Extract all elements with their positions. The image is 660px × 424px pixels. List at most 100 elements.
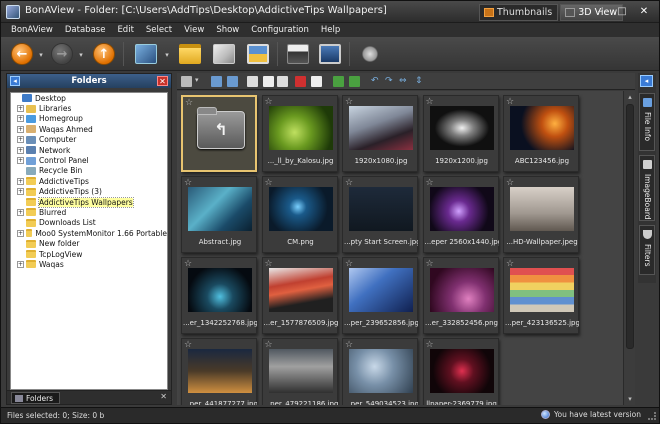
tree-item[interactable]: + AddictiveTips (3) <box>11 187 167 197</box>
tree-item[interactable]: + Waqas Ahmed <box>11 124 167 134</box>
thumbnail-item[interactable]: ☆ ...per_549034523.jpg <box>342 338 418 405</box>
view-options-dropdown-icon[interactable]: ▾ <box>195 76 206 87</box>
folders-footer-tab[interactable]: Folders <box>11 392 61 404</box>
expand-toggle-icon[interactable]: + <box>17 146 24 154</box>
minimize-button[interactable]: – <box>591 4 609 18</box>
tree-item[interactable]: + Computer <box>11 135 167 145</box>
thumbnail-item[interactable]: ☆ ...per_423136525.jpg <box>503 257 579 334</box>
print-button[interactable] <box>285 41 311 67</box>
menu-show[interactable]: Show <box>210 25 245 35</box>
rotate-right-icon[interactable]: ↷ <box>385 76 396 87</box>
title-bar[interactable]: BonAView - Folder: [C:\Users\AddTips\Des… <box>1 1 659 23</box>
delete-icon[interactable] <box>295 76 306 87</box>
up-folder-button[interactable]: ↑ <box>91 41 117 67</box>
tree-item[interactable]: + Blurred <box>11 207 167 217</box>
rename-icon[interactable] <box>311 76 322 87</box>
copy-icon[interactable] <box>263 76 274 87</box>
expand-toggle-icon[interactable]: + <box>17 136 24 144</box>
tab-thumbnails[interactable]: Thumbnails <box>479 4 559 21</box>
tree-item[interactable]: + Moo0 SystemMonitor 1.66 Portable <box>11 228 167 238</box>
scroll-down-arrow[interactable]: ▾ <box>625 394 635 404</box>
folder-tree[interactable]: Desktop + Libraries + Homegroup + Waqas Ahmed +… <box>10 92 168 390</box>
thumbnail-item[interactable]: ☆ ...er_332852456.png <box>422 257 499 334</box>
cut-icon[interactable] <box>247 76 258 87</box>
rotate-left-icon[interactable]: ↶ <box>371 76 382 87</box>
view-options-icon[interactable] <box>181 76 192 87</box>
back-dropdown-arrow[interactable]: ▾ <box>37 51 45 59</box>
tree-item[interactable]: + Waqas <box>11 259 167 269</box>
tree-item[interactable]: New folder <box>11 238 167 248</box>
menu-database[interactable]: Database <box>59 25 112 35</box>
thumbnail-item[interactable]: ☆ ..._ll_by_Kalosu.jpg <box>261 95 338 172</box>
flip-vertical-icon[interactable]: ⇕ <box>415 76 426 87</box>
expand-toggle-icon[interactable]: + <box>17 229 24 237</box>
folders-panel-close-button[interactable]: ✕ <box>157 76 168 86</box>
tree-item[interactable]: Desktop <box>11 93 167 103</box>
thumbnail-item[interactable]: ☆ llpaper-2369779.jpg <box>422 338 499 405</box>
menu-bonaview[interactable]: BonAView <box>5 25 59 35</box>
forward-dropdown-arrow[interactable]: ▾ <box>77 51 85 59</box>
thumbnail-item[interactable]: ☆ ...per_239652856.jpg <box>342 257 418 334</box>
tree-item[interactable]: Recycle Bin <box>11 166 167 176</box>
expand-toggle-icon[interactable]: + <box>17 188 24 196</box>
menu-help[interactable]: Help <box>315 25 346 35</box>
menu-view[interactable]: View <box>178 25 210 35</box>
paste-icon[interactable] <box>277 76 288 87</box>
tree-item[interactable]: + AddictiveTips <box>11 176 167 186</box>
thumbnail-item[interactable]: ☆ ...er_1342252768.jpg <box>181 257 257 334</box>
scroll-up-arrow[interactable]: ▴ <box>625 92 635 102</box>
side-panel-pin-icon[interactable]: ◂ <box>640 75 653 87</box>
thumbnail-item[interactable]: ☆ ...HD-Wallpaper.jpeg <box>503 176 579 253</box>
thumbnail-item[interactable]: ☆ ↰ <box>181 95 257 172</box>
folders-footer-close-button[interactable]: ✕ <box>160 392 167 401</box>
flip-horizontal-icon[interactable]: ⇔ <box>399 76 410 87</box>
thumbnail-item[interactable]: ☆ 1920x1200.jpg <box>422 95 499 172</box>
menu-select[interactable]: Select <box>140 25 178 35</box>
tree-item[interactable]: TcpLogView <box>11 249 167 259</box>
resize-grip[interactable] <box>648 412 656 420</box>
thumbnail-item[interactable]: ☆ Abstract.jpg <box>181 176 257 253</box>
slideshow-button[interactable] <box>133 41 159 67</box>
folder-tree-icon[interactable] <box>227 76 238 87</box>
tree-item[interactable]: + Control Panel <box>11 155 167 165</box>
thumbnail-item[interactable]: ☆ ...per_479221186.jpg <box>261 338 338 405</box>
edit-image-button[interactable] <box>211 41 237 67</box>
open-folder-button[interactable] <box>177 41 203 67</box>
tab-imageboard[interactable]: ImageBoard <box>639 155 655 221</box>
forward-button[interactable]: → <box>49 41 75 67</box>
expand-toggle-icon[interactable]: + <box>17 177 24 185</box>
folder-up-icon[interactable] <box>211 76 222 87</box>
expand-toggle-icon[interactable]: + <box>17 260 24 268</box>
tree-item[interactable]: + Homegroup <box>11 114 167 124</box>
expand-toggle-icon[interactable]: + <box>17 125 24 133</box>
menu-edit[interactable]: Edit <box>111 25 139 35</box>
thumbnail-scrollbar[interactable]: ▴ ▾ <box>623 91 635 405</box>
expand-toggle-icon[interactable]: + <box>17 105 24 113</box>
thumbnail-item[interactable]: ☆ ...pty Start Screen.jpg <box>342 176 418 253</box>
thumbnail-item[interactable]: ☆ ...per_441877277.jpg <box>181 338 257 405</box>
add-image-icon[interactable] <box>333 76 344 87</box>
expand-toggle-icon[interactable]: + <box>17 208 24 216</box>
thumbnail-item[interactable]: ☆ 1920x1080.jpg <box>342 95 418 172</box>
scrollbar-thumb[interactable] <box>626 104 634 349</box>
set-wallpaper-button[interactable] <box>317 41 343 67</box>
back-button[interactable]: ← <box>9 41 35 67</box>
import-icon[interactable] <box>349 76 360 87</box>
view-picture-button[interactable] <box>245 41 271 67</box>
tree-item[interactable]: + Network <box>11 145 167 155</box>
tab-filters[interactable]: Filters <box>639 225 655 275</box>
tree-item[interactable]: Downloads List <box>11 218 167 228</box>
slideshow-dropdown-arrow[interactable]: ▾ <box>163 51 171 59</box>
expand-toggle-icon[interactable]: + <box>17 157 24 165</box>
menu-configuration[interactable]: Configuration <box>245 25 315 35</box>
maximize-button[interactable]: □ <box>613 4 631 18</box>
expand-toggle-icon[interactable]: + <box>17 115 24 123</box>
tab-file-info[interactable]: File Info <box>639 93 655 151</box>
settings-button[interactable] <box>357 41 383 67</box>
panel-pin-icon[interactable]: ◂ <box>10 76 20 86</box>
thumbnail-item[interactable]: ☆ ...eper 2560x1440.jpg <box>422 176 499 253</box>
close-button[interactable]: ✕ <box>635 4 653 18</box>
thumbnail-item[interactable]: ☆ ABC123456.jpg <box>503 95 579 172</box>
tree-item[interactable]: AddictiveTips Wallpapers <box>11 196 167 208</box>
thumbnail-item[interactable]: ☆ ...er_1577876509.jpg <box>261 257 338 334</box>
